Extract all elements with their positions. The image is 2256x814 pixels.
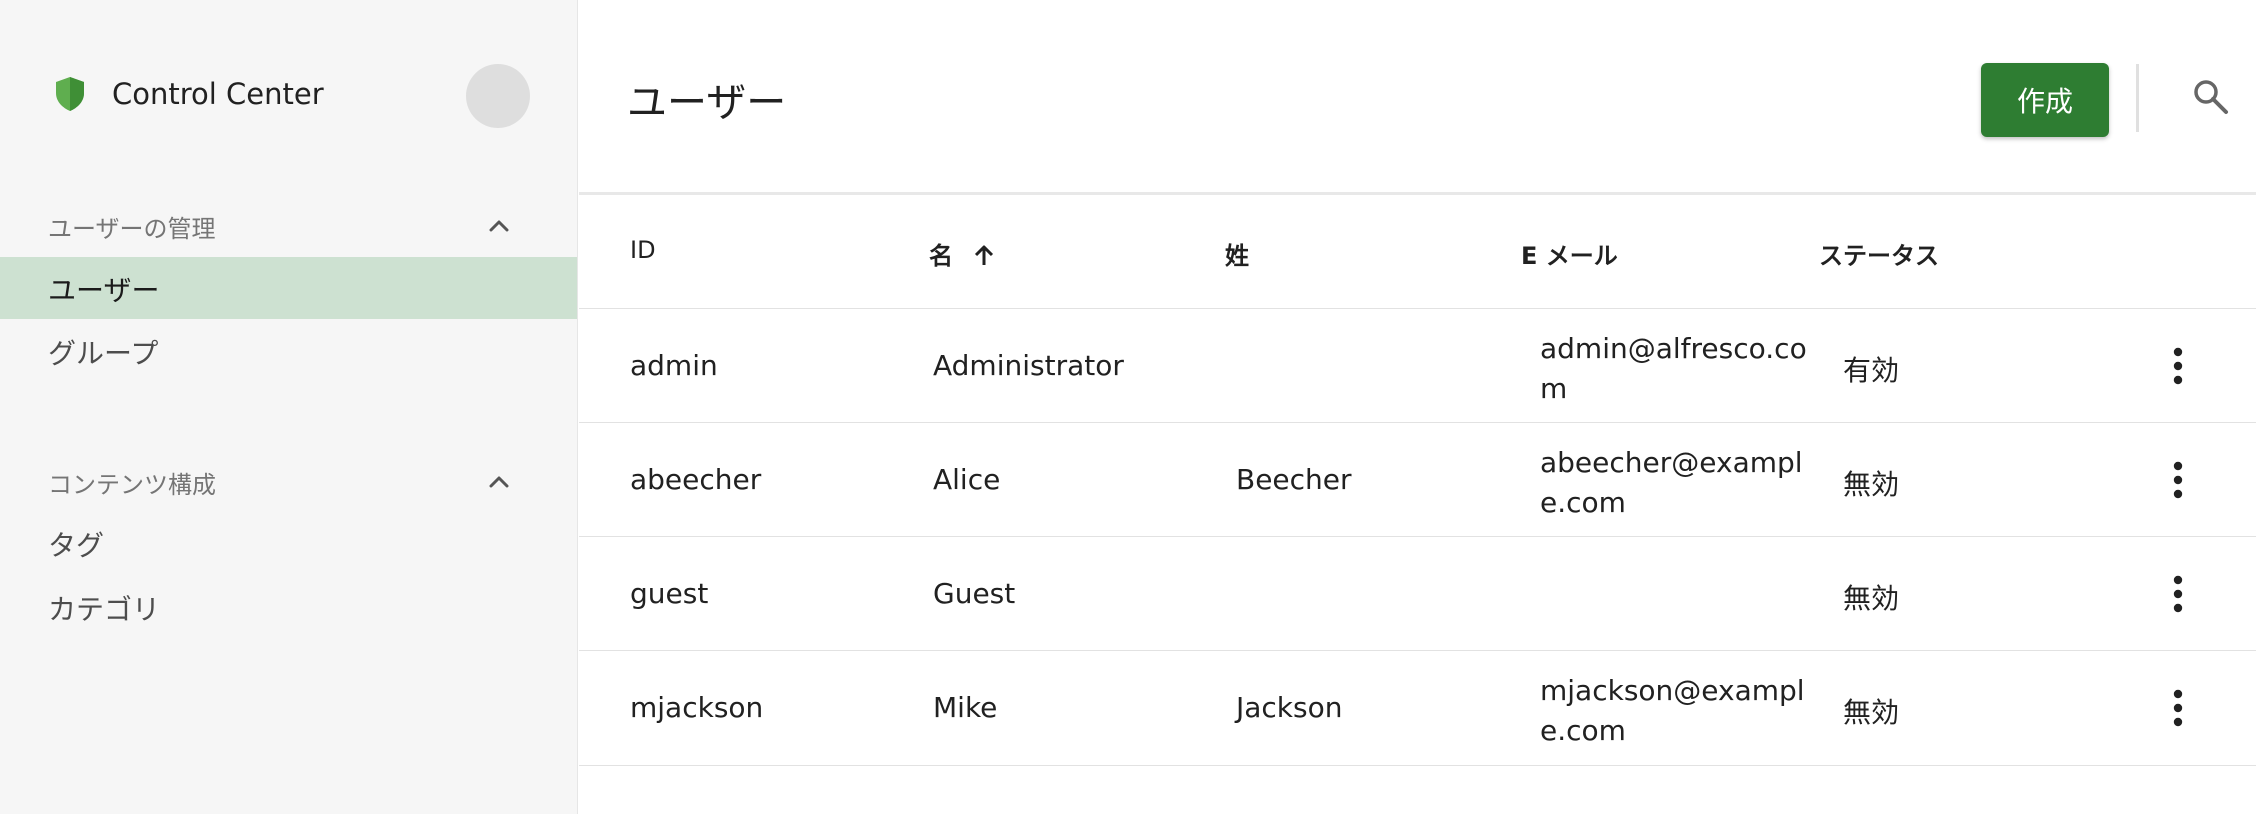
table-row[interactable]: abeecher Alice Beecher abeecher@example.… bbox=[579, 422, 2256, 537]
cell-status: 無効 bbox=[1843, 696, 1900, 729]
column-header-last-name[interactable]: 姓 bbox=[1225, 236, 1249, 271]
chevron-up-icon[interactable] bbox=[486, 469, 512, 495]
sidebar-item-tags[interactable]: タグ bbox=[0, 512, 577, 574]
sidebar-item-groups[interactable]: グループ bbox=[0, 320, 577, 382]
sidebar-item-label: タグ bbox=[48, 529, 105, 562]
avatar[interactable] bbox=[466, 64, 530, 128]
sidebar-item-label: ユーザー bbox=[48, 274, 160, 307]
cell-id: abeecher bbox=[630, 463, 762, 496]
cell-email: admin@alfresco.com bbox=[1540, 332, 1807, 405]
cell-email: mjackson@example.com bbox=[1540, 674, 1805, 747]
cell-first-name: Guest bbox=[933, 577, 1016, 610]
shield-icon bbox=[56, 77, 84, 111]
sidebar: Control Center ユーザーの管理 ユーザー グループ コンテンツ構成… bbox=[0, 0, 578, 814]
cell-id: guest bbox=[630, 577, 709, 610]
header-divider bbox=[579, 192, 2256, 195]
section-title: ユーザーの管理 bbox=[48, 215, 216, 243]
search-icon[interactable] bbox=[2190, 76, 2230, 116]
section-header-content-config[interactable]: コンテンツ構成 bbox=[48, 461, 528, 501]
cell-status: 無効 bbox=[1843, 582, 1900, 615]
table-row[interactable]: admin Administrator admin@alfresco.com 有… bbox=[579, 308, 2256, 423]
more-vert-icon[interactable] bbox=[2172, 347, 2184, 385]
main-content: ユーザー 作成 ID 名 姓 E メール ステータス admin Adminis… bbox=[579, 0, 2256, 814]
sidebar-item-label: グループ bbox=[48, 337, 159, 370]
cell-status: 有効 bbox=[1843, 354, 1900, 387]
cell-email: abeecher@example.com bbox=[1540, 446, 1803, 519]
app-title: Control Center bbox=[112, 77, 324, 111]
table-row[interactable]: mjackson Mike Jackson mjackson@example.c… bbox=[579, 650, 2256, 766]
cell-first-name: Alice bbox=[933, 463, 1001, 496]
more-vert-icon[interactable] bbox=[2172, 575, 2184, 613]
chevron-up-icon[interactable] bbox=[486, 213, 512, 239]
cell-id: mjackson bbox=[630, 691, 764, 724]
section-title: コンテンツ構成 bbox=[48, 471, 216, 499]
column-header-email[interactable]: E メール bbox=[1521, 236, 1618, 271]
cell-first-name: Administrator bbox=[933, 349, 1124, 382]
toolbar-divider bbox=[2136, 64, 2139, 132]
section-header-user-management[interactable]: ユーザーの管理 bbox=[48, 205, 528, 245]
column-header-label: 名 bbox=[929, 242, 953, 270]
page-title: ユーザー bbox=[627, 80, 787, 126]
sidebar-item-label: カテゴリ bbox=[48, 593, 161, 626]
column-header-status[interactable]: ステータス bbox=[1819, 236, 1939, 271]
more-vert-icon[interactable] bbox=[2172, 689, 2184, 727]
table-row[interactable]: guest Guest 無効 bbox=[579, 536, 2256, 651]
cell-last-name: Beecher bbox=[1236, 463, 1352, 496]
column-header-first-name[interactable]: 名 bbox=[929, 236, 995, 271]
sidebar-item-users[interactable]: ユーザー bbox=[0, 257, 577, 319]
create-button[interactable]: 作成 bbox=[1981, 63, 2109, 137]
more-vert-icon[interactable] bbox=[2172, 461, 2184, 499]
cell-first-name: Mike bbox=[933, 691, 998, 724]
app-logo bbox=[54, 76, 86, 112]
column-header-id[interactable]: ID bbox=[630, 236, 656, 264]
cell-status: 無効 bbox=[1843, 468, 1900, 501]
sidebar-item-categories[interactable]: カテゴリ bbox=[0, 576, 577, 638]
sidebar-panel: Control Center ユーザーの管理 ユーザー グループ コンテンツ構成… bbox=[0, 0, 577, 673]
cell-id: admin bbox=[630, 349, 718, 382]
cell-last-name: Jackson bbox=[1236, 691, 1343, 724]
arrow-up-icon bbox=[975, 245, 994, 265]
